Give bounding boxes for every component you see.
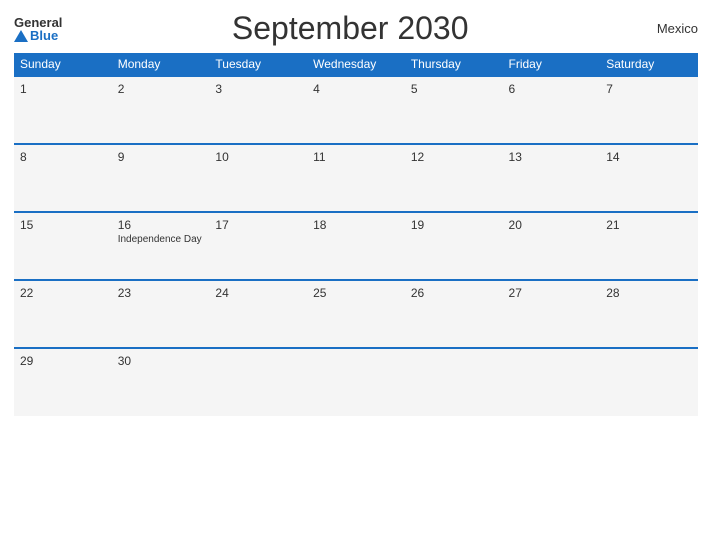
calendar-page: General Blue September 2030 Mexico Sunda… [0,0,712,550]
calendar-day-cell: 27 [503,280,601,348]
calendar-day-cell: 17 [209,212,307,280]
calendar-week-row: 1234567 [14,76,698,144]
calendar-day-cell: 18 [307,212,405,280]
logo-blue-text: Blue [14,29,58,42]
calendar-day-cell [503,348,601,416]
calendar-week-row: 89 10 11 12 13 14 [14,144,698,212]
calendar-week-row: 29 30 [14,348,698,416]
day-number: 4 [313,82,399,96]
day-number: 19 [411,218,497,232]
day-number: 15 [20,218,106,232]
day-number: 23 [118,286,204,300]
day-number: 10 [215,150,301,164]
logo: General Blue [14,16,62,42]
day-number: 27 [509,286,595,300]
day-event: Independence Day [118,234,204,245]
col-sunday: Sunday [14,53,112,76]
day-number: 8 [20,150,106,164]
calendar-day-cell: 15 [14,212,112,280]
calendar-day-cell: 26 [405,280,503,348]
calendar-header-row: Sunday Monday Tuesday Wednesday Thursday… [14,53,698,76]
calendar-day-cell: 19 [405,212,503,280]
calendar-day-cell: 25 [307,280,405,348]
day-number: 14 [606,150,692,164]
day-number: 9 [118,150,204,164]
col-wednesday: Wednesday [307,53,405,76]
calendar-day-cell: 16 Independence Day [112,212,210,280]
calendar-week-row: 22 23 24 25 26 27 28 [14,280,698,348]
day-number: 12 [411,150,497,164]
day-number: 6 [509,82,595,96]
calendar-day-cell [405,348,503,416]
country-label: Mexico [638,21,698,36]
day-number: 20 [509,218,595,232]
day-number: 29 [20,354,106,368]
calendar-day-cell: 12 [405,144,503,212]
calendar-day-cell: 7 [600,76,698,144]
col-monday: Monday [112,53,210,76]
calendar-day-cell: 23 [112,280,210,348]
calendar-day-cell: 28 [600,280,698,348]
calendar-day-cell: 4 [307,76,405,144]
calendar-day-cell [209,348,307,416]
day-number: 18 [313,218,399,232]
calendar-day-cell: 11 [307,144,405,212]
calendar-day-cell: 2 [112,76,210,144]
col-thursday: Thursday [405,53,503,76]
col-friday: Friday [503,53,601,76]
day-number: 25 [313,286,399,300]
calendar-day-cell: 24 [209,280,307,348]
day-number: 28 [606,286,692,300]
calendar-day-cell: 9 [112,144,210,212]
calendar-day-cell: 14 [600,144,698,212]
calendar-day-cell: 29 [14,348,112,416]
calendar-day-cell: 1 [14,76,112,144]
calendar-day-cell: 3 [209,76,307,144]
calendar-day-cell: 8 [14,144,112,212]
day-number: 26 [411,286,497,300]
day-number: 22 [20,286,106,300]
logo-triangle-icon [14,30,28,42]
calendar-day-cell: 20 [503,212,601,280]
day-number: 11 [313,150,399,164]
day-number: 13 [509,150,595,164]
day-number: 5 [411,82,497,96]
calendar-day-cell: 30 [112,348,210,416]
day-number: 2 [118,82,204,96]
calendar-day-cell: 6 [503,76,601,144]
day-number: 7 [606,82,692,96]
logo-general-text: General [14,16,62,29]
col-tuesday: Tuesday [209,53,307,76]
day-number: 3 [215,82,301,96]
calendar-day-cell [307,348,405,416]
day-number: 21 [606,218,692,232]
calendar-day-cell: 10 [209,144,307,212]
day-number: 30 [118,354,204,368]
header: General Blue September 2030 Mexico [14,10,698,47]
day-number: 24 [215,286,301,300]
calendar-title: September 2030 [62,10,638,47]
calendar-week-row: 15 16 Independence Day 17 18 19 20 21 [14,212,698,280]
day-number: 17 [215,218,301,232]
calendar-day-cell [600,348,698,416]
calendar-day-cell: 22 [14,280,112,348]
calendar-day-cell: 21 [600,212,698,280]
calendar-day-cell: 13 [503,144,601,212]
calendar-table: Sunday Monday Tuesday Wednesday Thursday… [14,53,698,416]
calendar-day-cell: 5 [405,76,503,144]
day-number: 16 [118,218,204,232]
col-saturday: Saturday [600,53,698,76]
day-number: 1 [20,82,106,96]
